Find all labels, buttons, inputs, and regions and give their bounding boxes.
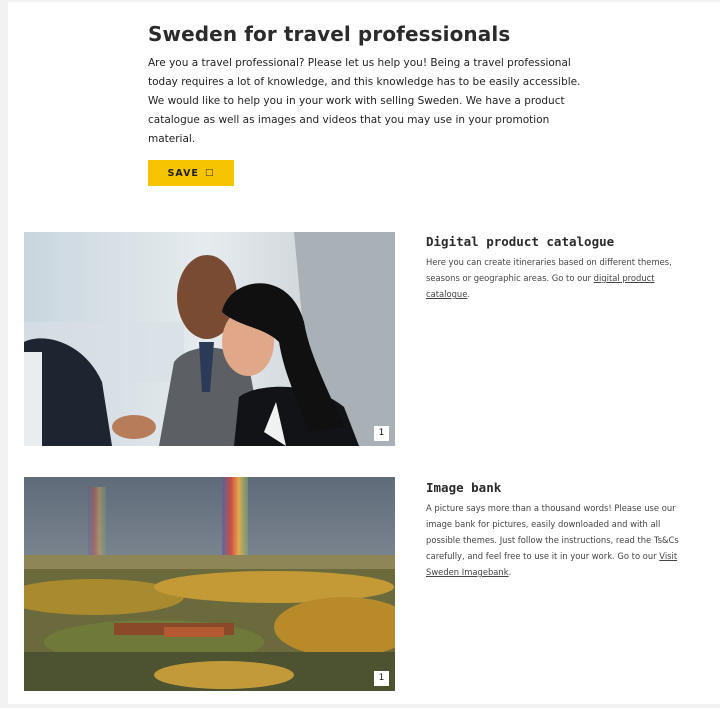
page-title: Sweden for travel professionals xyxy=(148,22,511,46)
card-image-bank: Image bank A picture says more than a th… xyxy=(426,480,696,580)
card-title: Image bank xyxy=(426,480,502,495)
bookmark-icon: □ xyxy=(204,167,215,178)
card-title: Digital product catalogue xyxy=(426,234,615,249)
save-label: SAVE xyxy=(167,167,199,179)
landscape-rainbow-image[interactable]: 1 xyxy=(24,477,395,691)
image-badge: 1 xyxy=(374,671,389,686)
business-people-image[interactable]: 1 xyxy=(24,232,395,446)
business-people-photo xyxy=(24,232,395,446)
image-badge: 1 xyxy=(374,426,389,441)
intro-text: Are you a travel professional? Please le… xyxy=(148,57,581,145)
save-button[interactable]: SAVE □ xyxy=(148,160,234,186)
page: Sweden for travel professionals Are you … xyxy=(8,2,720,704)
card-description: A picture says more than a thousand word… xyxy=(426,503,679,577)
card-digital-catalogue: Digital product catalogue Here you can c… xyxy=(426,234,696,302)
rainbow-landscape-photo xyxy=(24,477,395,691)
card-description: Here you can create itineraries based on… xyxy=(426,257,672,299)
intro-section: Sweden for travel professionals Are you … xyxy=(148,22,588,186)
